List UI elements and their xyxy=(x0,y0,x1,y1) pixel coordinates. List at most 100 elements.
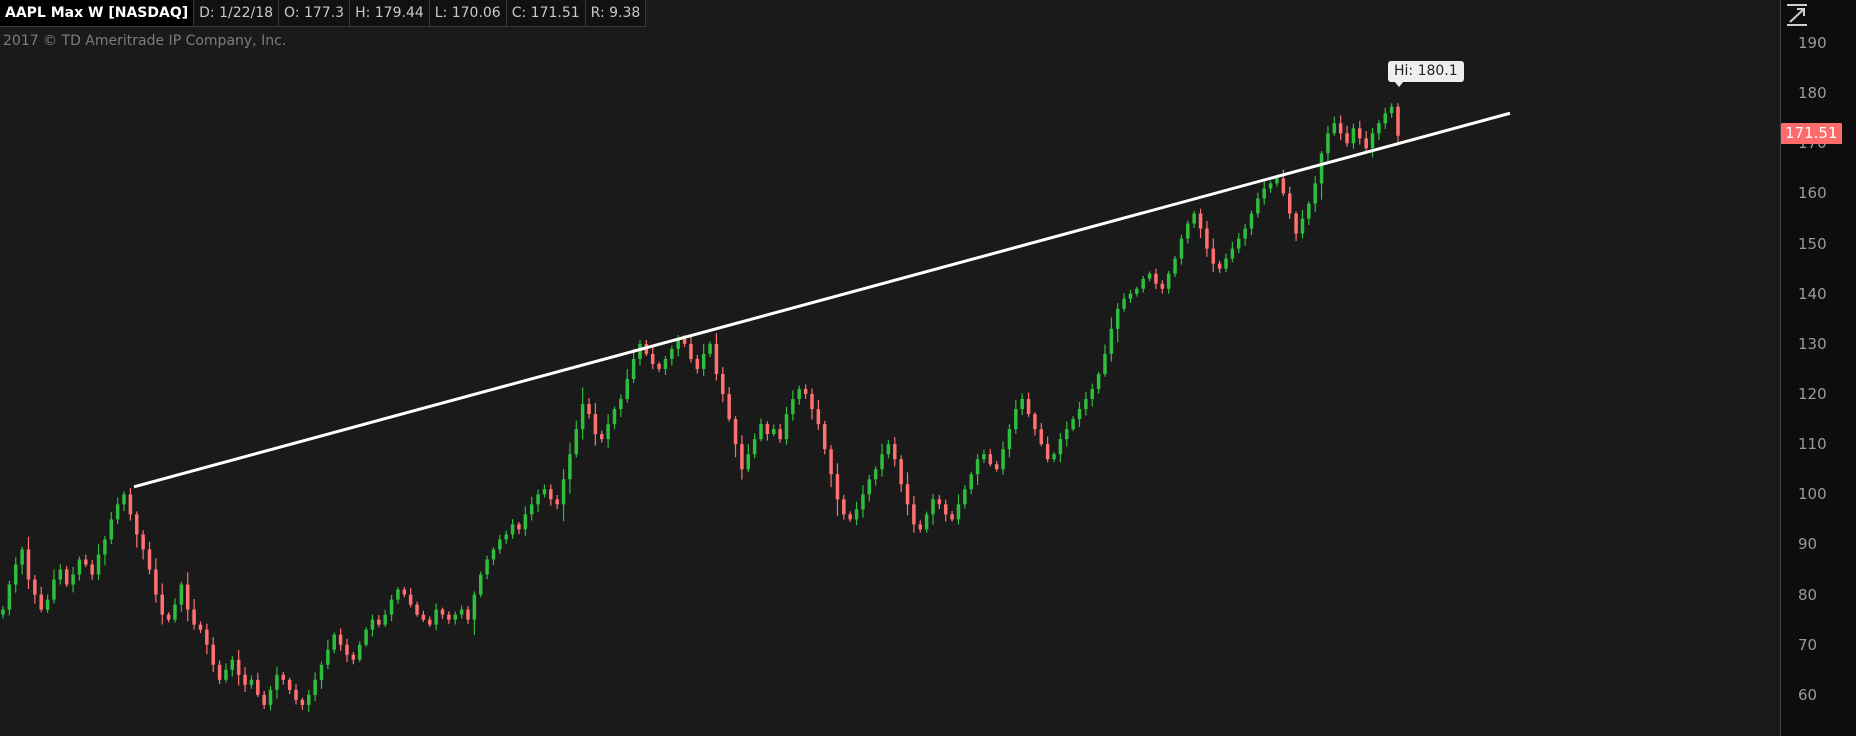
candle-body xyxy=(1358,128,1362,139)
candle-body xyxy=(701,353,706,369)
candle-body xyxy=(217,664,222,680)
candle-body xyxy=(1249,213,1254,229)
y-tick-label: 180 xyxy=(1798,84,1827,103)
candle-body xyxy=(256,679,260,695)
candle-body xyxy=(752,439,757,455)
candle-body xyxy=(1351,128,1356,144)
y-tick-label: 130 xyxy=(1798,334,1827,353)
candle-body xyxy=(377,619,381,625)
candle-body xyxy=(421,614,426,620)
candle-body xyxy=(319,664,324,680)
candle-body xyxy=(262,694,266,705)
candle-body xyxy=(580,404,585,430)
candle-body xyxy=(606,424,610,440)
candle-body xyxy=(1345,133,1349,144)
candle-body xyxy=(536,494,540,505)
y-tick-label: 60 xyxy=(1798,685,1818,704)
y-tick-label: 160 xyxy=(1798,184,1827,203)
candle-body xyxy=(1275,178,1279,184)
candle-body xyxy=(26,549,31,580)
candle-body xyxy=(268,689,273,705)
candle-body xyxy=(772,429,776,435)
expand-icon[interactable] xyxy=(1784,2,1810,28)
y-tick-label: 120 xyxy=(1798,385,1827,404)
candle-body xyxy=(198,624,203,630)
candle-body xyxy=(950,514,954,520)
candle-body xyxy=(619,399,623,410)
candle-body xyxy=(20,549,24,565)
candle-body xyxy=(1007,429,1012,450)
y-tick-label: 100 xyxy=(1798,485,1827,504)
candle-body xyxy=(1326,133,1330,154)
candle-body xyxy=(1179,238,1184,259)
candle-body xyxy=(1096,373,1101,390)
candle-body xyxy=(873,469,878,480)
candle-body xyxy=(33,579,37,595)
chart-page: AAPL Max W [NASDAQ] D: 1/22/18 O: 177.3 … xyxy=(0,0,1856,736)
y-tick-label: 140 xyxy=(1798,284,1827,303)
price-chart[interactable] xyxy=(0,0,1780,736)
candle-body xyxy=(1313,183,1317,204)
candle-body xyxy=(529,504,534,515)
candle-body xyxy=(1135,288,1139,294)
candle-body xyxy=(663,358,668,369)
candle-body xyxy=(408,594,413,605)
candle-body xyxy=(765,424,770,435)
y-tick-label: 80 xyxy=(1798,585,1818,604)
candle-body xyxy=(1205,228,1209,249)
candle-body xyxy=(631,358,636,379)
candle-body xyxy=(842,499,846,515)
candle-body xyxy=(402,589,407,595)
candle-body xyxy=(109,519,114,540)
candle-body xyxy=(1377,123,1381,134)
candle-body xyxy=(179,584,184,605)
candle-body xyxy=(778,429,782,440)
candle-body xyxy=(848,514,852,520)
candle-body xyxy=(912,504,916,525)
candle-body xyxy=(956,504,961,520)
candle-body xyxy=(861,494,865,510)
candle-body xyxy=(523,514,528,530)
candle-body xyxy=(695,358,700,369)
candle-body xyxy=(1014,409,1018,430)
candle-body xyxy=(854,509,859,520)
candle-body xyxy=(969,474,973,490)
candle-body xyxy=(625,378,629,400)
high-annotation: Hi: 180.1 xyxy=(1388,61,1464,82)
trendline[interactable] xyxy=(133,111,1511,489)
candle-body xyxy=(791,399,795,415)
candle-body xyxy=(1287,193,1292,214)
candle-body xyxy=(937,499,942,505)
candle-body xyxy=(1071,419,1075,430)
candle-body xyxy=(1160,283,1165,289)
candle-body xyxy=(224,669,228,680)
candle-body xyxy=(1115,308,1120,329)
candle-body xyxy=(1268,183,1273,189)
candle-body xyxy=(1084,399,1088,410)
candle-body xyxy=(128,494,133,515)
candle-body xyxy=(733,419,738,445)
candle-body xyxy=(1230,248,1235,259)
candle-body xyxy=(574,429,579,455)
candle-body xyxy=(893,444,897,460)
candle-body xyxy=(122,494,126,505)
candle-body xyxy=(880,454,884,470)
candle-body xyxy=(351,654,356,660)
candle-body xyxy=(1243,228,1247,239)
candle-body xyxy=(657,363,661,369)
candle-body xyxy=(478,574,483,595)
candle-body xyxy=(943,504,948,515)
candle-body xyxy=(1033,414,1037,430)
candle-body xyxy=(428,619,432,625)
y-tick-label: 70 xyxy=(1798,635,1818,654)
candle-body xyxy=(759,424,763,440)
candle-body xyxy=(1166,273,1171,289)
candle-body xyxy=(96,554,101,575)
price-axis[interactable] xyxy=(1780,0,1856,736)
candle-body xyxy=(905,484,910,505)
candle-body xyxy=(345,644,349,655)
candle-body xyxy=(90,564,94,575)
candle-body xyxy=(542,489,547,495)
candle-body xyxy=(39,594,43,610)
candle-body xyxy=(721,373,725,395)
